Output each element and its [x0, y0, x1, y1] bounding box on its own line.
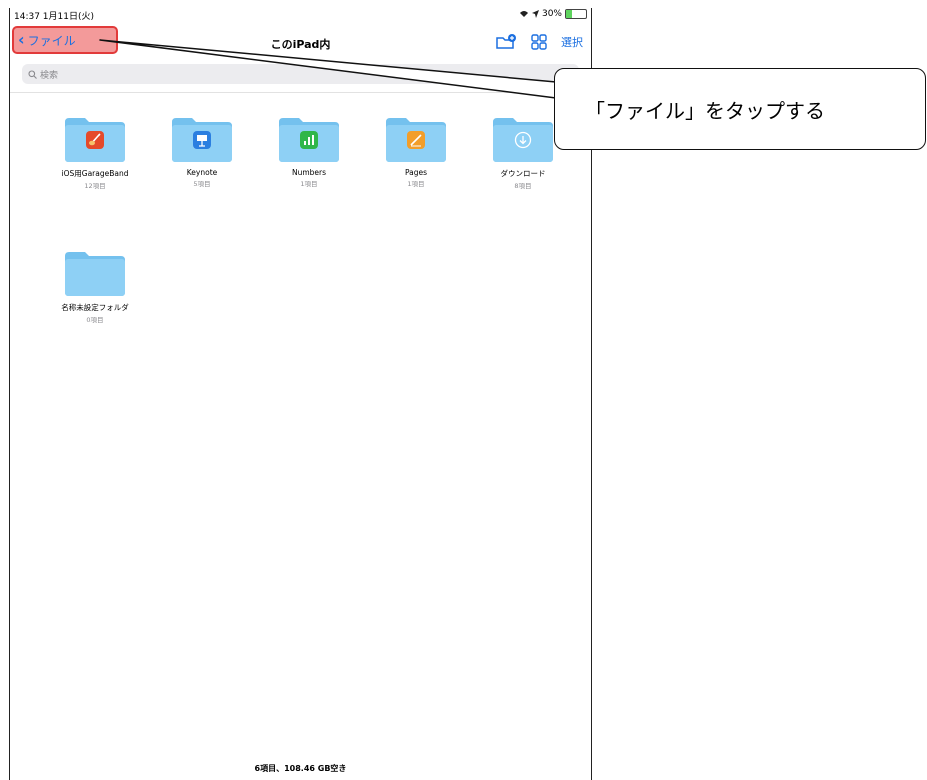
instruction-callout: 「ファイル」をタップする	[554, 68, 926, 150]
callout-text: 「ファイル」をタップする	[585, 98, 825, 123]
